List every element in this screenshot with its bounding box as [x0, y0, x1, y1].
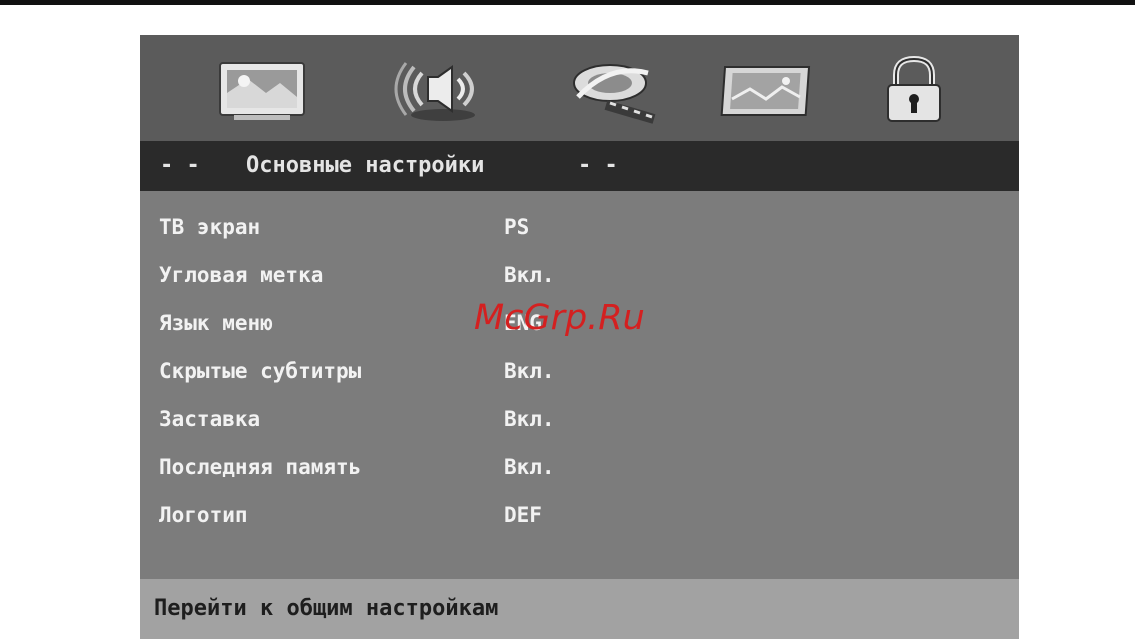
menu-item-angle-mark[interactable]: Угловая метка Вкл.: [140, 255, 1019, 295]
menu-item-label: ТВ экран: [159, 215, 261, 239]
menu-item-logo[interactable]: Логотип DEF: [140, 495, 1019, 535]
video-setup-icon[interactable]: [566, 53, 662, 125]
audio-setup-icon[interactable]: [388, 53, 484, 125]
menu-item-value: Вкл.: [504, 263, 555, 287]
password-lock-icon[interactable]: [866, 53, 962, 125]
menu-item-value: Вкл.: [504, 359, 555, 383]
setup-category-icon-bar: [140, 35, 1019, 141]
menu-item-last-memory[interactable]: Последняя память Вкл.: [140, 447, 1019, 487]
menu-item-label: Заставка: [159, 407, 261, 431]
footer-hint-bar: Перейти к общим настройкам: [140, 579, 1019, 639]
menu-item-label: Скрытые субтитры: [159, 359, 362, 383]
menu-item-closed-captions[interactable]: Скрытые субтитры Вкл.: [140, 351, 1019, 391]
top-rule: [0, 0, 1135, 5]
menu-item-value: Вкл.: [504, 455, 555, 479]
header-left-dashes: - -: [160, 153, 200, 178]
menu-item-value: PS: [504, 215, 530, 239]
section-header: - - Основные настройки - -: [140, 141, 1019, 191]
menu-item-tv-screen[interactable]: ТВ экран PS: [140, 207, 1019, 247]
menu-item-label: Язык меню: [159, 311, 273, 335]
picture-setup-icon[interactable]: [214, 53, 310, 125]
page-title: Основные настройки: [246, 153, 485, 178]
watermark: McGrp.Ru: [474, 298, 645, 338]
menu-item-label: Логотип: [159, 503, 248, 527]
menu-item-value: Вкл.: [504, 407, 555, 431]
menu-item-label: Угловая метка: [159, 263, 324, 287]
header-right-dashes: - -: [578, 153, 618, 178]
preference-setup-icon[interactable]: [720, 53, 816, 125]
footer-hint: Перейти к общим настройкам: [154, 596, 499, 621]
menu-item-label: Последняя память: [159, 455, 362, 479]
menu-item-screen-saver[interactable]: Заставка Вкл.: [140, 399, 1019, 439]
menu-item-value: DEF: [504, 503, 542, 527]
